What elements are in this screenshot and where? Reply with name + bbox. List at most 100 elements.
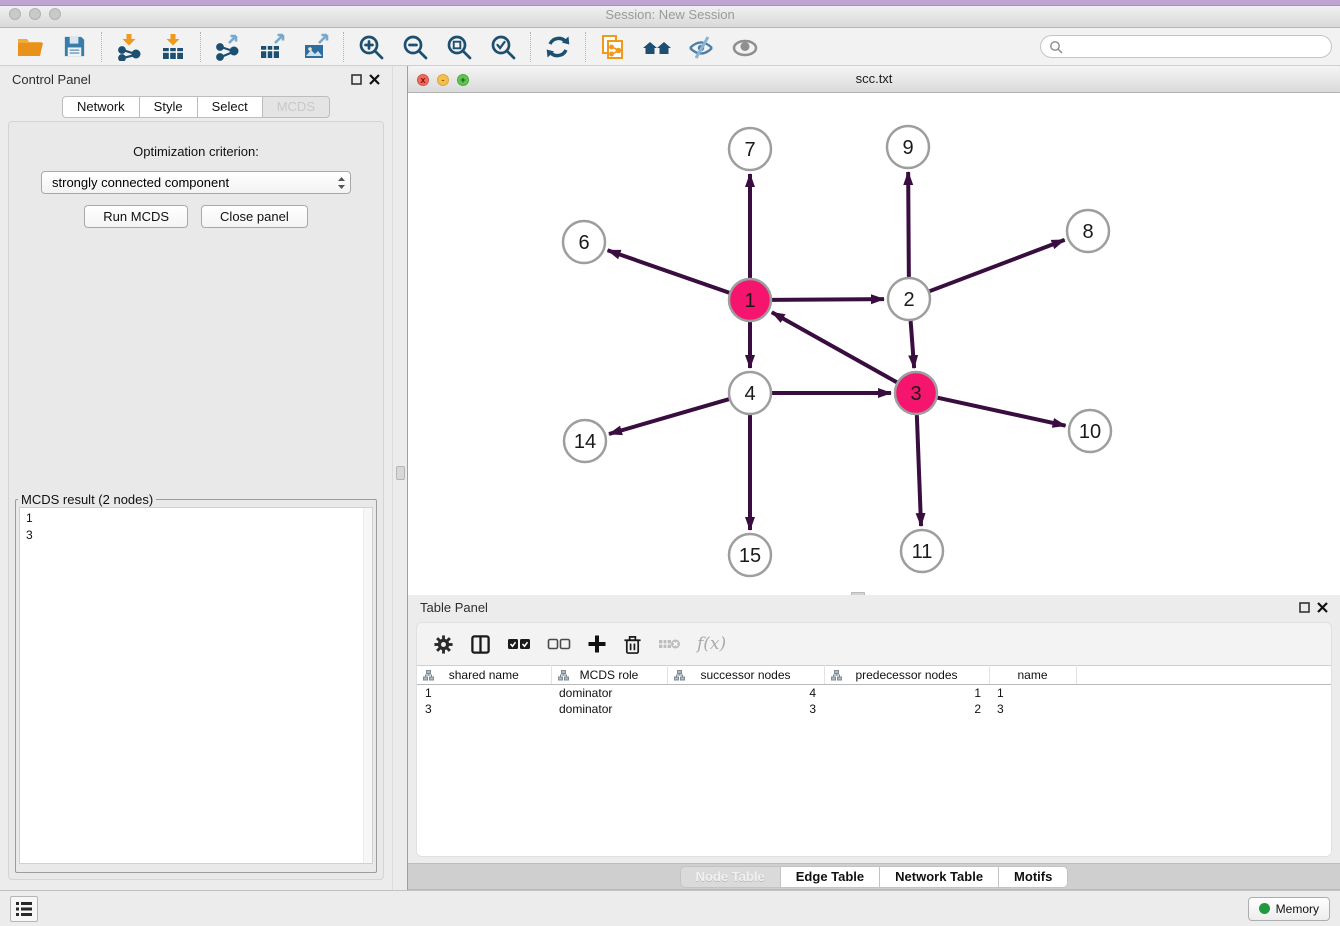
tab-motifs[interactable]: Motifs xyxy=(998,866,1068,888)
graph-node-label-14: 14 xyxy=(574,431,596,453)
delete-row-trash-icon[interactable] xyxy=(623,634,642,655)
delete-column-icon[interactable] xyxy=(658,636,681,652)
tab-style[interactable]: Style xyxy=(139,96,197,118)
toolbar-separator xyxy=(585,32,586,62)
graph-edge-3-11[interactable] xyxy=(917,415,921,526)
graph-edge-2-3[interactable] xyxy=(911,321,915,368)
graph-edge-2-8[interactable] xyxy=(930,240,1065,291)
window-close-button[interactable] xyxy=(9,8,21,20)
zoom-fit-button[interactable] xyxy=(437,31,481,63)
graph-node-label-9: 9 xyxy=(902,137,913,159)
memory-status-dot xyxy=(1259,903,1270,914)
window-titlebar: Session: New Session xyxy=(0,0,1340,28)
close-panel-button[interactable]: Close panel xyxy=(201,205,308,228)
save-session-button[interactable] xyxy=(52,31,96,63)
hide-graphics-details-button[interactable] xyxy=(679,31,723,63)
homes-icon xyxy=(642,33,672,61)
zoom-in-button[interactable] xyxy=(349,31,393,63)
cell-predecessor-nodes[interactable]: 1 xyxy=(824,685,989,701)
cell-name[interactable]: 1 xyxy=(989,685,1076,701)
search-input[interactable] xyxy=(1063,40,1323,54)
cell-name[interactable]: 3 xyxy=(989,701,1076,717)
window-zoom-button[interactable] xyxy=(49,8,61,20)
zoom-fit-icon xyxy=(445,33,473,61)
zoom-selected-button[interactable] xyxy=(481,31,525,63)
table-toolbar: f(x) xyxy=(417,623,1331,665)
window-minimize-button[interactable] xyxy=(29,8,41,20)
graph-node-label-2: 2 xyxy=(903,289,914,311)
control-panel-title: Control Panel xyxy=(12,72,91,87)
clone-network-button[interactable] xyxy=(591,31,635,63)
cell-successor-nodes[interactable]: 3 xyxy=(667,701,824,717)
import-network-button[interactable] xyxy=(107,31,151,63)
birds-eye-view-button[interactable] xyxy=(723,31,767,63)
table-options-gear-icon[interactable] xyxy=(433,634,454,655)
tab-network-table[interactable]: Network Table xyxy=(879,866,998,888)
memory-button[interactable]: Memory xyxy=(1248,897,1330,921)
tab-edge-table[interactable]: Edge Table xyxy=(780,866,879,888)
control-panel-tabs: Network Style Select MCDS xyxy=(0,96,392,118)
cell-mcds-role[interactable]: dominator xyxy=(551,685,667,701)
graph-edge-2-9[interactable] xyxy=(908,172,909,277)
network-minimize-button[interactable]: - xyxy=(437,74,449,86)
export-network-button[interactable] xyxy=(206,31,250,63)
stepper-chevrons-icon xyxy=(337,176,346,190)
cell-successor-nodes[interactable]: 4 xyxy=(667,685,824,701)
network-canvas[interactable]: 7968124314101511 xyxy=(408,93,1340,597)
toolbar-separator xyxy=(200,32,201,62)
mcds-result-text[interactable]: 1 3 xyxy=(19,507,373,864)
show-columns-icon[interactable] xyxy=(470,634,491,655)
column-header-mcds-role[interactable]: MCDS role xyxy=(551,666,667,685)
cell-shared-name[interactable]: 1 xyxy=(417,685,551,701)
column-header-successor-nodes[interactable]: successor nodes xyxy=(667,666,824,685)
node-table: shared name MCDS role successor nodes pr… xyxy=(417,665,1331,717)
eye-icon xyxy=(731,33,759,61)
column-header-name[interactable]: name xyxy=(989,666,1076,685)
column-header-filler xyxy=(1076,666,1331,685)
deselect-all-icon[interactable] xyxy=(547,636,571,652)
result-scrollbar[interactable] xyxy=(363,508,372,863)
close-panel-icon[interactable] xyxy=(1317,602,1328,613)
select-all-icon[interactable] xyxy=(507,636,531,652)
cell-mcds-role[interactable]: dominator xyxy=(551,701,667,717)
function-builder-icon[interactable]: f(x) xyxy=(697,634,726,654)
table-row[interactable]: 3 dominator 3 2 3 xyxy=(417,701,1331,717)
control-panel: Control Panel Network Style Select MCDS … xyxy=(0,66,392,890)
tab-mcds[interactable]: MCDS xyxy=(262,96,330,118)
graph-edge-4-14[interactable] xyxy=(609,399,729,434)
app-window: Session: New Session xyxy=(0,0,1340,926)
tab-network[interactable]: Network xyxy=(62,96,139,118)
attribute-icon xyxy=(674,670,685,681)
optimization-criterion-select[interactable]: strongly connected component xyxy=(41,171,351,194)
graph-edge-3-10[interactable] xyxy=(937,398,1065,426)
search-field[interactable] xyxy=(1040,35,1332,58)
add-row-plus-icon[interactable] xyxy=(587,634,607,654)
task-history-button[interactable] xyxy=(10,896,38,922)
tab-node-table[interactable]: Node Table xyxy=(680,866,780,888)
float-panel-icon[interactable] xyxy=(1299,602,1310,613)
import-table-button[interactable] xyxy=(151,31,195,63)
graph-edge-1-2[interactable] xyxy=(772,299,884,300)
cell-shared-name[interactable]: 3 xyxy=(417,701,551,717)
show-all-networks-button[interactable] xyxy=(635,31,679,63)
run-mcds-button[interactable]: Run MCDS xyxy=(84,205,188,228)
export-image-button[interactable] xyxy=(294,31,338,63)
cell-predecessor-nodes[interactable]: 2 xyxy=(824,701,989,717)
table-row[interactable]: 1 dominator 4 1 1 xyxy=(417,685,1331,701)
divider-handle[interactable] xyxy=(396,466,405,480)
column-header-shared-name[interactable]: shared name xyxy=(417,666,551,685)
network-zoom-button[interactable]: + xyxy=(457,74,469,86)
graph-edge-3-1[interactable] xyxy=(772,312,897,382)
open-session-button[interactable] xyxy=(8,31,52,63)
float-panel-icon[interactable] xyxy=(351,74,362,85)
refresh-button[interactable] xyxy=(536,31,580,63)
network-close-button[interactable]: x xyxy=(417,74,429,86)
panel-divider[interactable] xyxy=(392,66,408,890)
zoom-out-button[interactable] xyxy=(393,31,437,63)
tab-select[interactable]: Select xyxy=(197,96,262,118)
column-header-predecessor-nodes[interactable]: predecessor nodes xyxy=(824,666,989,685)
graph-edge-1-6[interactable] xyxy=(608,250,730,292)
table-panel-title: Table Panel xyxy=(420,600,488,615)
export-table-button[interactable] xyxy=(250,31,294,63)
close-panel-icon[interactable] xyxy=(369,74,380,85)
